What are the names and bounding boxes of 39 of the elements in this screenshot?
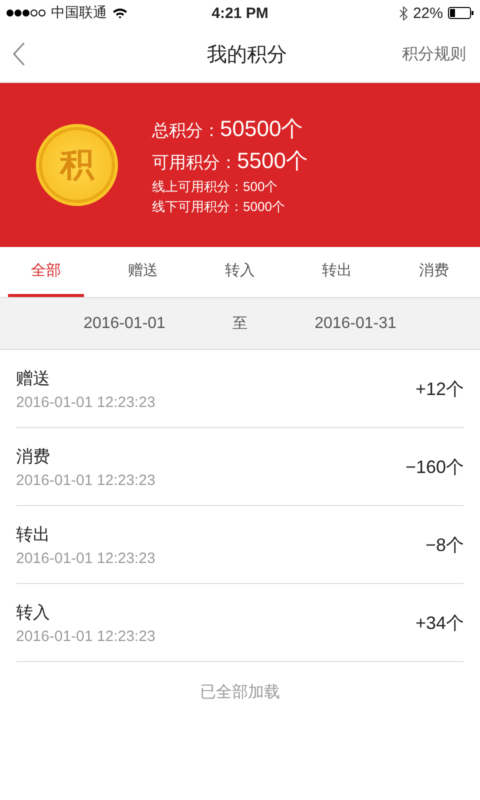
record-time: 2016-01-01 12:23:23 xyxy=(16,394,156,410)
carrier-name: 中国联通 xyxy=(51,4,107,22)
filter-tab[interactable]: 赠送 xyxy=(105,247,181,297)
record-amount: +34个 xyxy=(415,612,464,634)
record-time: 2016-01-01 12:23:23 xyxy=(16,472,156,488)
start-date[interactable]: 2016-01-01 xyxy=(84,314,166,332)
record-time: 2016-01-01 12:23:23 xyxy=(16,628,156,644)
record-type: 赠送 xyxy=(16,368,51,390)
wifi-icon xyxy=(112,7,128,19)
range-separator: 至 xyxy=(232,314,248,333)
load-status: 已全部加载 xyxy=(199,682,281,703)
points-value: 50500个 xyxy=(220,115,304,143)
points-label: 线上可用积分： xyxy=(152,179,243,196)
coin-logo: 积 xyxy=(36,124,118,206)
clock-time: 4:21 PM xyxy=(212,4,268,22)
back-icon xyxy=(12,42,26,66)
filter-tab[interactable]: 消费 xyxy=(396,247,472,297)
record-amount: +12个 xyxy=(415,378,464,400)
record-type: 转出 xyxy=(16,524,51,546)
record-time: 2016-01-01 12:23:23 xyxy=(16,550,156,566)
points-value: 5500个 xyxy=(237,147,308,175)
points-label: 可用积分： xyxy=(152,152,237,174)
points-label: 总积分： xyxy=(152,120,220,142)
points-value: 500个 xyxy=(243,178,278,196)
record-amount: −160个 xyxy=(405,456,464,478)
record-type: 消费 xyxy=(16,446,51,468)
points-value: 5000个 xyxy=(243,198,285,216)
rules-link[interactable]: 积分规则 xyxy=(402,44,466,64)
filter-tab[interactable]: 转入 xyxy=(202,247,278,297)
end-date[interactable]: 2016-01-31 xyxy=(314,314,396,332)
filter-tab[interactable]: 转出 xyxy=(299,247,375,297)
battery-icon xyxy=(448,7,474,19)
page-title: 我的积分 xyxy=(206,40,288,68)
bluetooth-icon xyxy=(398,6,408,20)
record-amount: −8个 xyxy=(425,534,464,556)
points-label: 线下可用积分： xyxy=(152,199,243,216)
record-type: 转入 xyxy=(16,602,51,624)
battery-percent: 22% xyxy=(412,4,443,22)
signal-icon xyxy=(6,8,46,18)
